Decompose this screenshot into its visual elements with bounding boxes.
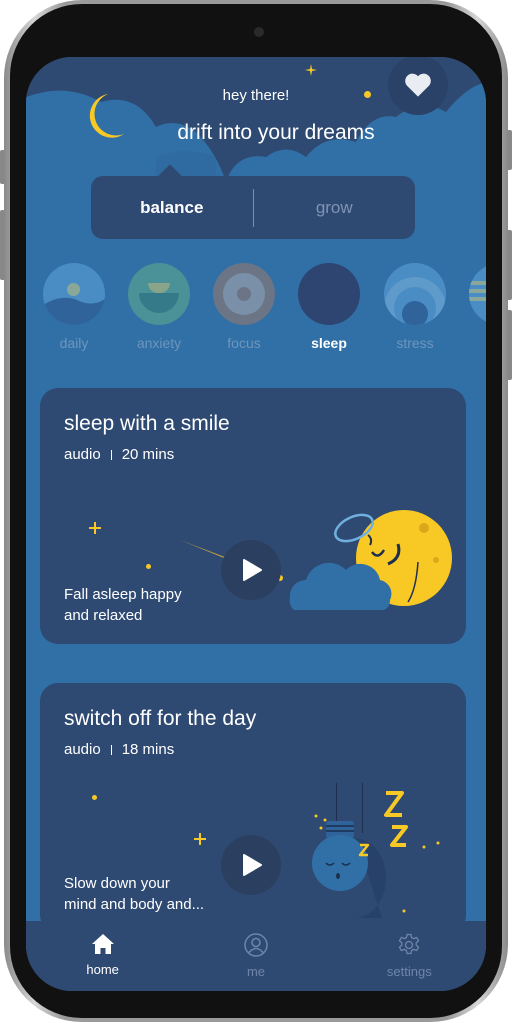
content-card[interactable]: sleep with a smile audio 20 mins Fall asl… <box>40 388 466 644</box>
side-button <box>0 210 5 280</box>
play-icon <box>243 559 262 581</box>
greeting-text: hey there! <box>222 87 290 104</box>
play-icon <box>243 854 262 876</box>
front-camera <box>254 27 264 37</box>
rings-icon <box>384 263 446 325</box>
description-line: Fall asleep happy <box>64 586 182 603</box>
sparkle-icon <box>194 833 206 845</box>
sleeping-moon-illustration <box>289 510 452 610</box>
category-sleep[interactable]: sleep <box>297 263 361 351</box>
bottom-navigation: home me settings <box>26 921 486 991</box>
page-headline: drift into your dreams <box>177 121 375 144</box>
card-type: audio <box>64 446 101 463</box>
sparkle-icon <box>89 522 101 534</box>
favorites-button[interactable] <box>388 57 448 115</box>
category-stress[interactable]: stress <box>383 263 447 351</box>
star-dot <box>364 91 371 98</box>
play-button[interactable] <box>221 835 281 895</box>
star-dot <box>146 564 151 569</box>
category-label: stress <box>396 335 434 351</box>
card-title: sleep with a smile <box>64 412 230 435</box>
card-duration: 18 mins <box>121 741 175 758</box>
segmented-control: balance grow <box>91 164 416 239</box>
card-duration: 20 mins <box>121 446 175 463</box>
nav-label: settings <box>386 964 432 979</box>
category-carousel[interactable]: daily anxiety focus sleep stress <box>26 263 486 353</box>
sleeping-lightbulb-illustration <box>312 783 440 925</box>
category-label: daily <box>59 335 89 351</box>
play-button[interactable] <box>221 540 281 600</box>
category-focus[interactable]: focus <box>212 263 276 351</box>
segment-balance[interactable]: balance <box>91 198 253 218</box>
heart-icon <box>405 73 431 97</box>
card-meta: audio 18 mins <box>64 741 174 758</box>
meta-separator <box>110 745 112 756</box>
star-dot <box>92 795 97 800</box>
nav-me[interactable]: me <box>179 921 332 991</box>
user-circle-icon <box>244 933 268 957</box>
side-button <box>0 150 5 184</box>
home-icon <box>91 934 114 954</box>
sparkle-icon <box>305 64 317 76</box>
category-daily[interactable]: daily <box>42 263 106 351</box>
category-anxiety[interactable]: anxiety <box>127 263 191 351</box>
side-button <box>507 310 512 380</box>
nav-label: home <box>86 962 119 977</box>
card-title: switch off for the day <box>64 707 257 730</box>
card-description: Fall asleep happy and relaxed <box>64 584 182 626</box>
gear-icon <box>399 933 420 955</box>
nav-home[interactable]: home <box>26 921 179 991</box>
nav-label: me <box>246 964 266 979</box>
card-type: audio <box>64 741 101 758</box>
content-card[interactable]: switch off for the day audio 18 mins Slo… <box>40 683 466 933</box>
side-button <box>507 230 512 300</box>
card-description: Slow down your mind and body and... <box>64 873 204 915</box>
striped-circle-icon <box>469 263 486 325</box>
segment-grow[interactable]: grow <box>254 198 416 218</box>
card-meta: audio 20 mins <box>64 446 174 463</box>
category-label: anxiety <box>136 335 182 351</box>
category-label: sleep <box>311 335 347 351</box>
app-screen: hey there! drift into your dreams balanc… <box>26 57 486 991</box>
sun-wave-icon <box>43 263 105 325</box>
meta-separator <box>110 450 112 461</box>
bowl-icon <box>128 263 190 325</box>
category-label: focus <box>227 335 261 351</box>
nav-settings[interactable]: settings <box>333 921 486 991</box>
crescent-moon-icon <box>298 263 360 325</box>
side-button <box>507 130 512 170</box>
description-line: Slow down your <box>64 875 170 892</box>
target-icon <box>213 263 275 325</box>
description-line: mind and body and... <box>64 896 205 913</box>
category-label: a <box>468 335 486 351</box>
category-partial[interactable]: a <box>468 263 486 351</box>
description-line: and relaxed <box>64 607 143 624</box>
